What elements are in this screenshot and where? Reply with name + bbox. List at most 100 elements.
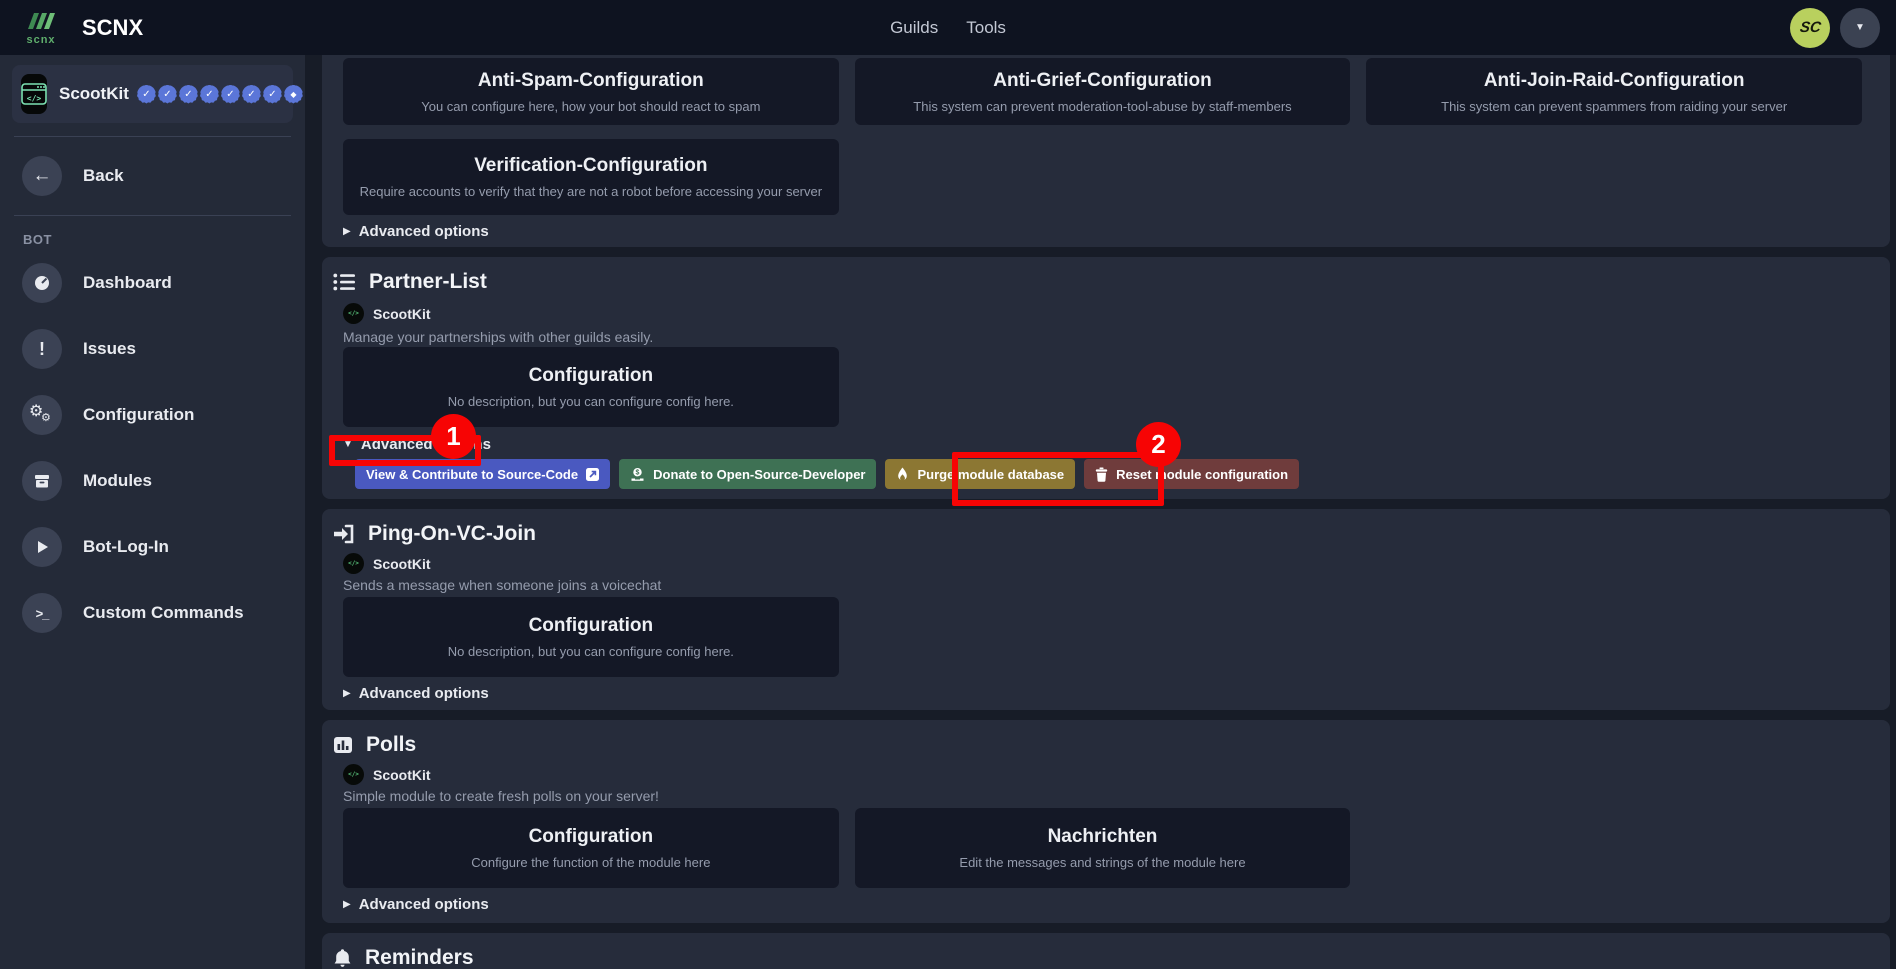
section-title: Polls — [366, 733, 416, 757]
config-card-anti-join-raid[interactable]: Anti-Join-Raid-Configuration This system… — [1366, 58, 1862, 125]
arrow-left-icon: ← — [22, 156, 62, 196]
scnx-dashboard: { "navbar": { "brand": "SCNX", "logo_tex… — [0, 0, 1896, 969]
reset-module-config-button[interactable]: Reset module configuration — [1084, 459, 1299, 489]
advanced-options-toggle[interactable]: ▶ Advanced options — [343, 223, 489, 240]
sidebar-item-custom-commands[interactable]: >_ Custom Commands — [12, 587, 293, 639]
button-label: Purge module database — [917, 467, 1064, 482]
card-desc: This system can prevent spammers from ra… — [1441, 99, 1787, 114]
nav-links: Guilds Tools — [0, 18, 1896, 38]
sidebar-item-bot-log-in[interactable]: Bot-Log-In — [12, 521, 293, 573]
sidebar-bot-header[interactable]: </> ScootKit ✓ ✓ ✓ ✓ ✓ ✓ ✓ ◆ — [12, 65, 293, 123]
top-navbar: scnx SCNX Guilds Tools SC ▼ — [0, 0, 1896, 55]
purge-database-button[interactable]: Purge module database — [885, 459, 1075, 489]
donate-button[interactable]: $ Donate to Open-Source-Developer — [619, 459, 876, 489]
verified-badge-icon: ✓ — [200, 85, 219, 104]
card-title: Nachrichten — [1048, 826, 1158, 848]
scootkit-avatar: </> — [343, 764, 364, 785]
config-card-partner-list[interactable]: Configuration No description, but you ca… — [343, 347, 839, 427]
card-desc: You can configure here, how your bot sho… — [421, 99, 760, 114]
bell-icon — [333, 948, 352, 969]
sidebar-item-dashboard[interactable]: Dashboard — [12, 257, 293, 309]
section-title: Ping-On-VC-Join — [368, 522, 536, 546]
button-label: View & Contribute to Source-Code — [366, 467, 578, 482]
exclamation-icon: ! — [22, 329, 62, 369]
nav-link-guilds[interactable]: Guilds — [890, 18, 938, 38]
external-link-icon — [586, 468, 599, 481]
config-card-ping-on-vc-join[interactable]: Configuration No description, but you ca… — [343, 597, 839, 677]
section-desc: Simple module to create fresh polls on y… — [343, 788, 1862, 804]
advanced-options-toggle[interactable]: ▶ Advanced options — [343, 896, 489, 913]
user-avatar-label: SC — [1798, 19, 1821, 36]
sidebar-group-label: BOT — [23, 232, 293, 247]
module-owner: ScootKit — [373, 306, 431, 322]
terminal-icon: >_ — [22, 593, 62, 633]
section-polls: Polls </> ScootKit Simple module to crea… — [322, 720, 1890, 923]
sidebar-item-configuration[interactable]: ⚙ ⚙ Configuration — [12, 389, 293, 441]
card-desc: No description, but you can configure co… — [448, 644, 734, 659]
sidebar-item-back[interactable]: ← Back — [12, 150, 293, 202]
card-title: Verification-Configuration — [474, 155, 707, 177]
advanced-options-toggle[interactable]: ▶ Advanced options — [343, 685, 489, 702]
sidebar-item-label: Issues — [83, 339, 136, 359]
sidebar: </> ScootKit ✓ ✓ ✓ ✓ ✓ ✓ ✓ ◆ ← Back BOT … — [0, 55, 305, 969]
card-title: Anti-Spam-Configuration — [478, 70, 704, 92]
main-content: Anti-Spam-Configuration You can configur… — [322, 55, 1890, 969]
section-title: Partner-List — [369, 270, 487, 294]
module-owner: ScootKit — [373, 556, 431, 572]
caret-right-icon: ▶ — [343, 899, 351, 910]
scootkit-avatar: </> — [343, 553, 364, 574]
poll-icon — [333, 735, 353, 755]
button-label: Donate to Open-Source-Developer — [653, 467, 865, 482]
verified-badge-icon: ✓ — [263, 85, 282, 104]
advanced-buttons-row: View & Contribute to Source-Code $ Donat… — [355, 459, 1862, 489]
nav-link-tools[interactable]: Tools — [966, 18, 1006, 38]
config-card-verification[interactable]: Verification-Configuration Require accou… — [343, 139, 839, 215]
bot-name: ScootKit — [59, 84, 129, 104]
caret-right-icon: ▶ — [343, 226, 351, 237]
gears-icon: ⚙ ⚙ — [22, 395, 62, 435]
sidebar-item-issues[interactable]: ! Issues — [12, 323, 293, 375]
scootkit-avatar: </> — [343, 303, 364, 324]
section-title: Reminders — [365, 946, 474, 969]
sidebar-item-modules[interactable]: Modules — [12, 455, 293, 507]
verified-badge-icon: ✓ — [179, 85, 198, 104]
card-title: Configuration — [529, 826, 654, 848]
section-protection-modules: Anti-Spam-Configuration You can configur… — [322, 55, 1890, 247]
card-desc: Require accounts to verify that they are… — [360, 184, 822, 199]
bot-avatar: </> — [21, 74, 47, 114]
card-title: Configuration — [529, 615, 654, 637]
sidebar-divider — [14, 215, 291, 216]
box-icon — [22, 461, 62, 501]
gauge-icon — [22, 263, 62, 303]
sidebar-item-label: Custom Commands — [83, 603, 244, 623]
section-ping-on-vc-join: Ping-On-VC-Join </> ScootKit Sends a mes… — [322, 509, 1890, 710]
verified-badge-icon: ✓ — [221, 85, 240, 104]
advanced-options-toggle-expanded[interactable]: ▼ Advanced options — [343, 436, 491, 453]
config-card-anti-spam[interactable]: Anti-Spam-Configuration You can configur… — [343, 58, 839, 125]
sidebar-divider — [14, 136, 291, 137]
caret-right-icon: ▶ — [343, 688, 351, 699]
flame-icon — [896, 467, 909, 482]
config-card-polls[interactable]: Configuration Configure the function of … — [343, 808, 839, 888]
card-desc: This system can prevent moderation-tool-… — [913, 99, 1291, 114]
terminal-window-icon: </> — [21, 82, 47, 106]
section-reminders: Reminders — [322, 933, 1890, 969]
view-source-code-button[interactable]: View & Contribute to Source-Code — [355, 459, 610, 489]
play-icon — [22, 527, 62, 567]
trash-icon — [1095, 467, 1108, 482]
card-desc: Configure the function of the module her… — [471, 855, 710, 870]
card-title: Anti-Grief-Configuration — [993, 70, 1211, 92]
advanced-options-label: Advanced options — [359, 223, 489, 240]
list-icon — [333, 272, 356, 292]
diamond-badge-icon: ◆ — [284, 85, 303, 104]
sidebar-item-label: Bot-Log-In — [83, 537, 169, 557]
messages-card-polls[interactable]: Nachrichten Edit the messages and string… — [855, 808, 1351, 888]
svg-text:$: $ — [636, 469, 640, 476]
verified-badge-icon: ✓ — [242, 85, 261, 104]
verified-badge-icon: ✓ — [137, 85, 156, 104]
svg-text:</>: </> — [27, 94, 42, 103]
card-desc: No description, but you can configure co… — [448, 394, 734, 409]
config-card-anti-grief[interactable]: Anti-Grief-Configuration This system can… — [855, 58, 1351, 125]
section-partner-list: Partner-List </> ScootKit Manage your pa… — [322, 257, 1890, 499]
section-desc: Manage your partnerships with other guil… — [343, 329, 1862, 345]
